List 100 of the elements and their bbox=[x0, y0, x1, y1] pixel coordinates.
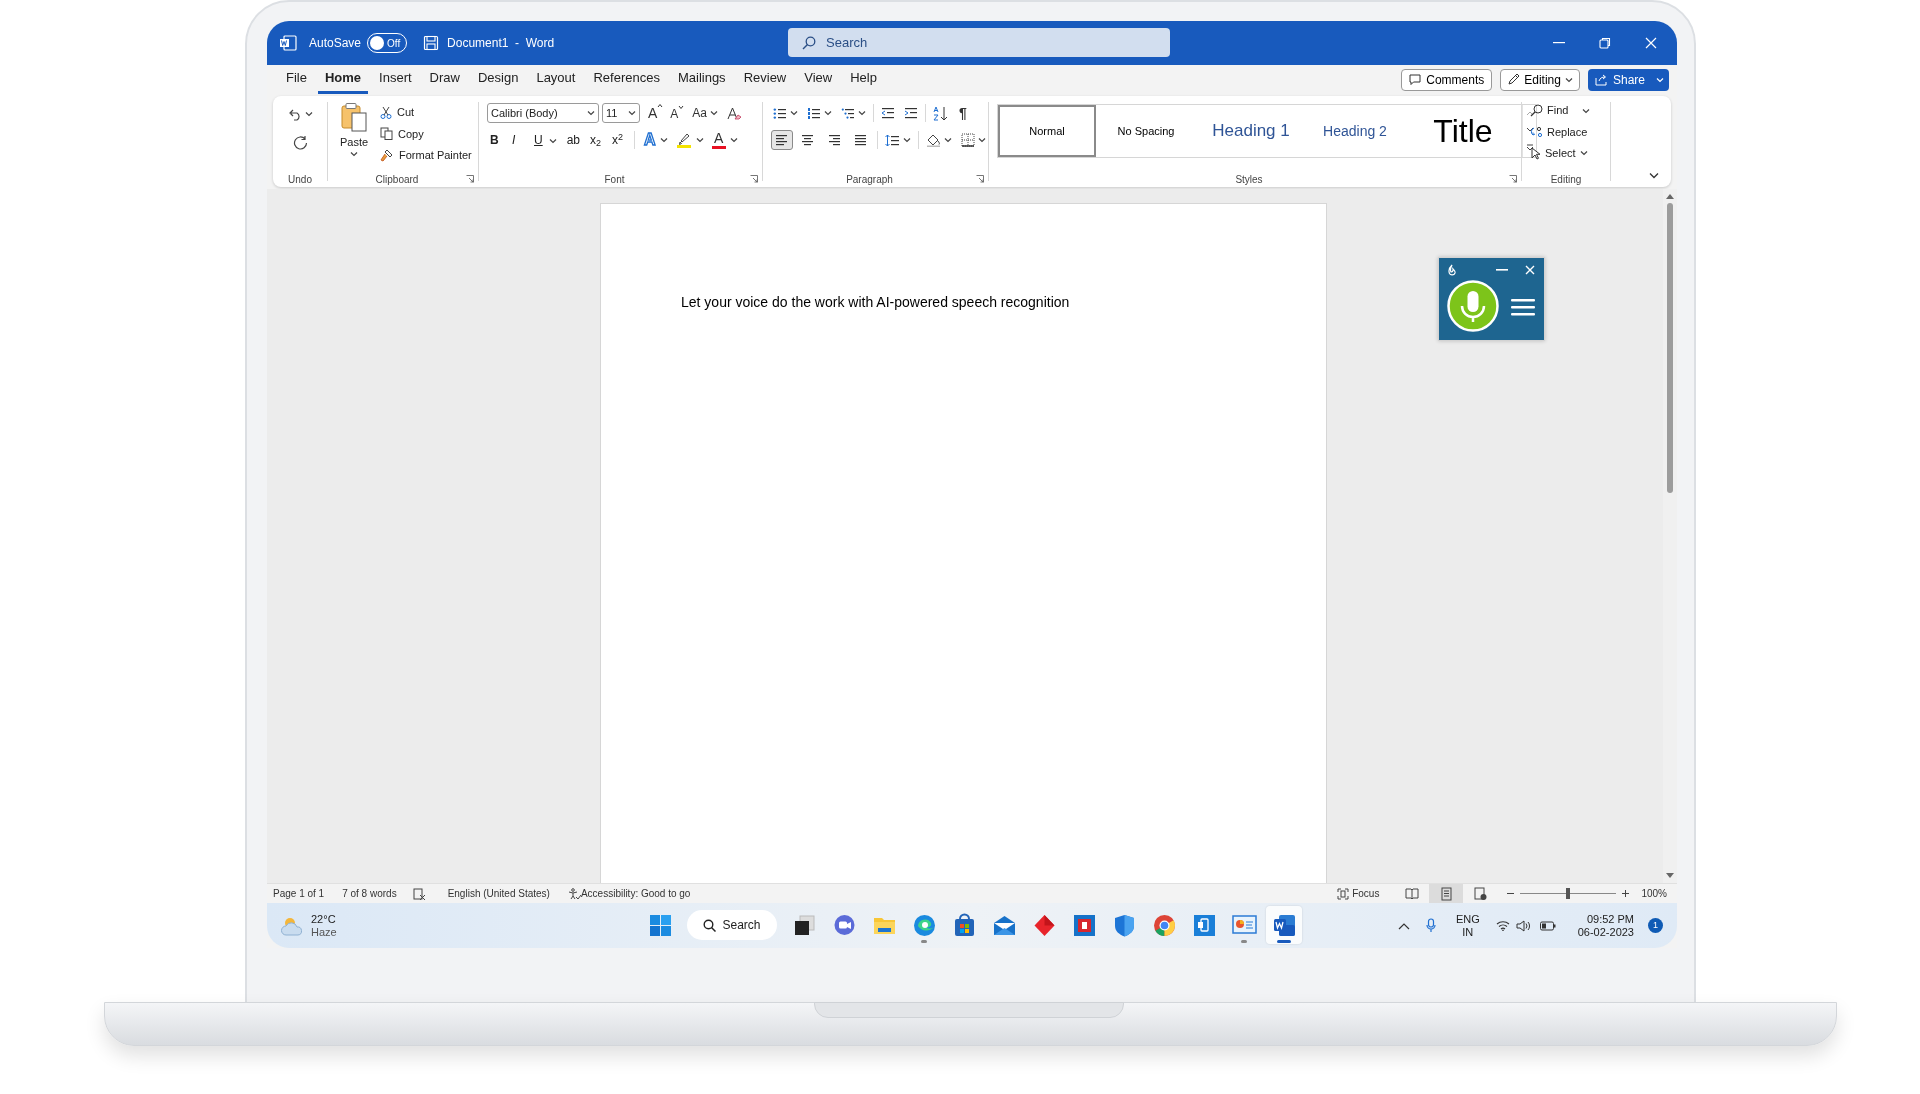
format-painter-button[interactable]: Format Painter bbox=[380, 147, 472, 164]
font-size-dropdown[interactable]: 11 bbox=[602, 103, 640, 123]
grow-font-button[interactable]: A bbox=[646, 103, 666, 123]
menu-tab[interactable]: File bbox=[279, 65, 314, 94]
bold-button[interactable]: B bbox=[487, 130, 505, 150]
align-left-button[interactable] bbox=[771, 130, 793, 150]
more-styles-icon[interactable] bbox=[1525, 143, 1534, 152]
scroll-down-icon[interactable] bbox=[1525, 127, 1534, 133]
shrink-font-button[interactable]: A bbox=[668, 103, 687, 123]
underline-button[interactable]: U bbox=[531, 130, 560, 150]
menu-tab[interactable]: Design bbox=[470, 65, 526, 94]
decrease-indent-icon bbox=[881, 107, 895, 119]
style-option[interactable]: Normal bbox=[998, 105, 1096, 157]
menu-tab[interactable]: Layout bbox=[529, 65, 583, 94]
share-button[interactable]: Share bbox=[1587, 68, 1669, 91]
taskbar-app[interactable] bbox=[1266, 906, 1302, 944]
flame-icon[interactable] bbox=[1447, 264, 1456, 276]
replace-button[interactable]: Replace bbox=[1530, 123, 1610, 140]
zoom-slider[interactable] bbox=[1520, 888, 1617, 899]
caret-icon bbox=[695, 137, 704, 143]
menu-tab[interactable]: Mailings bbox=[670, 65, 733, 94]
language-status[interactable]: English (United States) bbox=[447, 886, 550, 901]
menu-tab[interactable]: Help bbox=[843, 65, 884, 94]
wifi-icon[interactable] bbox=[1495, 920, 1510, 931]
style-option[interactable]: Heading 1 bbox=[1196, 105, 1306, 157]
dialog-launcher-icon[interactable] bbox=[1509, 175, 1517, 183]
menu-tab[interactable]: Draw bbox=[422, 65, 467, 94]
caret-icon bbox=[824, 110, 832, 116]
menu-icon[interactable] bbox=[1511, 298, 1535, 316]
style-option[interactable]: Title bbox=[1404, 105, 1522, 157]
sup-button[interactable]: x$^{2}$ bbox=[609, 130, 628, 150]
focus-button[interactable]: Focus bbox=[1337, 886, 1380, 901]
copy-button[interactable]: Copy bbox=[380, 125, 472, 142]
change-case-button[interactable]: Aa bbox=[689, 103, 722, 123]
chrome-wheel-icon bbox=[1151, 912, 1177, 938]
close-icon[interactable] bbox=[1525, 265, 1535, 275]
editing-mode-button[interactable]: Editing bbox=[1500, 68, 1580, 91]
comments-button[interactable]: Comments bbox=[1401, 68, 1493, 91]
microphone-icon[interactable] bbox=[1425, 918, 1436, 933]
weather-temperature[interactable]: 22°C bbox=[311, 912, 337, 926]
menu-tab[interactable]: Insert bbox=[372, 65, 419, 94]
dialog-launcher-icon[interactable] bbox=[976, 175, 984, 183]
clock[interactable]: 09:52 PM 06-02-2023 bbox=[1577, 912, 1634, 939]
save-icon[interactable] bbox=[423, 35, 440, 51]
menu-tab[interactable]: References bbox=[586, 65, 667, 94]
page-count[interactable]: Page 1 of 1 bbox=[273, 886, 325, 901]
scroll-up-icon[interactable] bbox=[1525, 110, 1534, 117]
select-button[interactable]: Select bbox=[1530, 145, 1610, 162]
chevron-up-icon[interactable] bbox=[1397, 921, 1410, 930]
scroll-down-icon[interactable] bbox=[1666, 873, 1674, 879]
accessibility-icon[interactable] bbox=[567, 887, 581, 900]
browser-icon bbox=[911, 912, 937, 938]
borders-button[interactable] bbox=[959, 130, 988, 150]
dialog-launcher-icon[interactable] bbox=[466, 175, 474, 183]
collapse-ribbon-icon[interactable] bbox=[1649, 172, 1659, 179]
speaker-icon[interactable] bbox=[1515, 919, 1530, 932]
replace-icon bbox=[1530, 125, 1543, 139]
pencil-icon bbox=[1507, 73, 1521, 86]
taskbar-search[interactable]: Search bbox=[687, 910, 777, 940]
search-field[interactable]: Search bbox=[788, 28, 1170, 57]
paint-bucket-icon bbox=[926, 133, 941, 147]
menu-tab[interactable]: View bbox=[797, 65, 840, 94]
copy-icon bbox=[380, 127, 393, 141]
zoom-level[interactable]: 100% bbox=[1641, 886, 1667, 901]
clipboard-icon bbox=[340, 102, 368, 132]
group-label: Undo bbox=[288, 172, 312, 187]
font-name-dropdown[interactable]: Calibri (Body) bbox=[487, 103, 599, 123]
style-option[interactable]: Heading 2 bbox=[1306, 105, 1404, 157]
paste-button[interactable]: Paste bbox=[336, 102, 372, 171]
undo-icon bbox=[287, 107, 302, 121]
sub-button[interactable]: x$_{2}$ bbox=[587, 130, 606, 150]
document-text[interactable]: Let your voice do the work with AI-powered speech recognition bbox=[681, 292, 1070, 313]
minimize-icon bbox=[1553, 42, 1565, 44]
menu-tab[interactable]: Review bbox=[736, 65, 794, 94]
zoom-in-icon[interactable] bbox=[1622, 890, 1630, 897]
dialog-launcher-icon[interactable] bbox=[750, 175, 758, 183]
caret-icon bbox=[1582, 108, 1591, 115]
strike-button[interactable]: ab bbox=[563, 130, 584, 150]
accessibility-status[interactable]: Accessibility: Good to go bbox=[580, 886, 691, 901]
caret-icon bbox=[1579, 150, 1588, 157]
proofing-icon[interactable] bbox=[412, 887, 426, 900]
style-option[interactable]: No Spacing bbox=[1096, 105, 1196, 157]
cut-button[interactable]: Cut bbox=[380, 104, 472, 121]
weather-condition[interactable]: Haze bbox=[311, 925, 337, 939]
vertical-scrollbar[interactable] bbox=[1663, 189, 1677, 883]
caret-icon bbox=[790, 110, 798, 116]
notification-badge[interactable]: 1 bbox=[1648, 918, 1663, 933]
battery-icon[interactable] bbox=[1539, 920, 1556, 931]
show-formatting-button[interactable]: ¶ bbox=[956, 103, 970, 123]
menu-tab[interactable]: Home bbox=[317, 65, 369, 94]
word-count[interactable]: 7 of 8 words bbox=[342, 886, 397, 901]
zoom-slider-thumb[interactable] bbox=[1566, 888, 1571, 899]
find-button[interactable]: Find bbox=[1530, 102, 1610, 119]
borders-icon bbox=[961, 133, 975, 147]
font-color-button[interactable]: A bbox=[709, 130, 740, 150]
microphone-button-icon[interactable] bbox=[1447, 280, 1499, 332]
globe-page-icon bbox=[1473, 886, 1488, 901]
input-language[interactable]: ENG IN bbox=[1455, 912, 1480, 939]
italic-button[interactable]: I bbox=[509, 130, 527, 150]
focus-icon bbox=[1337, 887, 1350, 900]
